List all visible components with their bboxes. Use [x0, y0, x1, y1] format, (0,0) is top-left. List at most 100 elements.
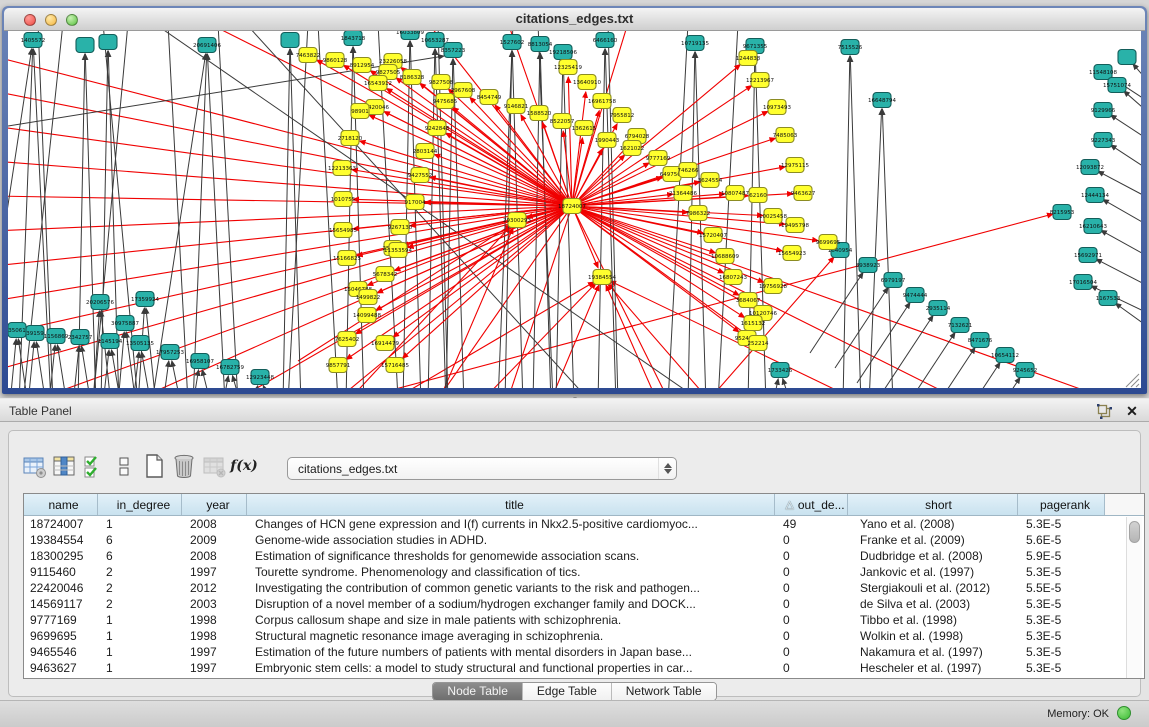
- table-cell[interactable]: 2008: [182, 516, 247, 532]
- tab-node-table[interactable]: Node Table: [433, 683, 522, 700]
- table-cell[interactable]: Estimation of the future numbers of pati…: [247, 644, 775, 660]
- table-cell[interactable]: 2009: [182, 532, 247, 548]
- table-cell[interactable]: 0: [775, 644, 848, 660]
- table-cell[interactable]: 2: [98, 564, 182, 580]
- table-cell[interactable]: 9777169: [24, 612, 98, 628]
- new-file-icon[interactable]: [139, 452, 169, 480]
- close-panel-icon[interactable]: ✕: [1123, 402, 1141, 420]
- table-cell[interactable]: 1997: [182, 564, 247, 580]
- table-cell[interactable]: Dudbridge et al. (2008): [848, 548, 1018, 564]
- table-cell[interactable]: 0: [775, 628, 848, 644]
- table-cell[interactable]: 9699695: [24, 628, 98, 644]
- table-row[interactable]: 1456911722003Disruption of a novel membe…: [24, 596, 1144, 612]
- table-cell[interactable]: 1998: [182, 612, 247, 628]
- table-row[interactable]: 946554611997Estimation of the future num…: [24, 644, 1144, 660]
- table-selector-dropdown[interactable]: citations_edges.txt: [287, 457, 677, 480]
- table-row[interactable]: 946362711997Embryonic stem cells: a mode…: [24, 660, 1144, 676]
- tab-edge-table[interactable]: Edge Table: [522, 683, 611, 700]
- table-cell[interactable]: 1: [98, 628, 182, 644]
- table-row[interactable]: 1872400712008Changes of HCN gene express…: [24, 516, 1144, 532]
- table-cell[interactable]: Investigating the contribution of common…: [247, 580, 775, 596]
- table-cell[interactable]: 1998: [182, 628, 247, 644]
- table-cell[interactable]: Structural magnetic resonance image aver…: [247, 628, 775, 644]
- table-cell[interactable]: Estimation of significance thresholds fo…: [247, 548, 775, 564]
- table-cell[interactable]: 49: [775, 516, 848, 532]
- table-cell[interactable]: 2008: [182, 548, 247, 564]
- table-cell[interactable]: 0: [775, 532, 848, 548]
- table-row[interactable]: 911546021997Tourette syndrome. Phenomeno…: [24, 564, 1144, 580]
- table-cell[interactable]: 18300295: [24, 548, 98, 564]
- float-panel-icon[interactable]: [1095, 402, 1113, 420]
- table-cell[interactable]: 0: [775, 564, 848, 580]
- tab-network-table[interactable]: Network Table: [611, 683, 716, 700]
- table-cell[interactable]: Changes of HCN gene expression and I(f) …: [247, 516, 775, 532]
- column-header-short[interactable]: short: [848, 494, 1018, 515]
- network-node[interactable]: [281, 33, 299, 48]
- table-cell[interactable]: 5.3E-5: [1018, 564, 1105, 580]
- table-cell[interactable]: Tibbo et al. (1998): [848, 612, 1018, 628]
- column-header-out-de-[interactable]: △out_de...: [775, 494, 848, 515]
- table-cell[interactable]: 1: [98, 644, 182, 660]
- table-cell[interactable]: 5.3E-5: [1018, 660, 1105, 676]
- network-window-titlebar[interactable]: citations_edges.txt: [4, 8, 1145, 31]
- table-cell[interactable]: de Silva et al. (2003): [848, 596, 1018, 612]
- table-row[interactable]: 969969511998Structural magnetic resonanc…: [24, 628, 1144, 644]
- table-cell[interactable]: Nakamura et al. (1997): [848, 644, 1018, 660]
- table-cell[interactable]: 1997: [182, 644, 247, 660]
- show-column-icon[interactable]: [49, 452, 79, 480]
- column-header-pagerank[interactable]: pagerank: [1018, 494, 1105, 515]
- table-cell[interactable]: Tourette syndrome. Phenomenology and cla…: [247, 564, 775, 580]
- table-cell[interactable]: 1: [98, 516, 182, 532]
- table-settings-icon[interactable]: [19, 452, 49, 480]
- table-cell[interactable]: 9463627: [24, 660, 98, 676]
- table-cell[interactable]: 9465546: [24, 644, 98, 660]
- table-cell[interactable]: 2: [98, 596, 182, 612]
- resize-grip[interactable]: [1126, 374, 1139, 387]
- table-cell[interactable]: 5.5E-5: [1018, 580, 1105, 596]
- table-cell[interactable]: Jankovic et al. (1997): [848, 564, 1018, 580]
- table-cell[interactable]: Genome-wide association studies in ADHD.: [247, 532, 775, 548]
- table-row[interactable]: 2242004622012Investigating the contribut…: [24, 580, 1144, 596]
- table-cell[interactable]: 14569117: [24, 596, 98, 612]
- select-rows-icon[interactable]: [79, 452, 109, 480]
- table-cell[interactable]: 5.3E-5: [1018, 612, 1105, 628]
- network-canvas[interactable]: 1872400714055722069140618437181603380910…: [8, 31, 1141, 388]
- table-cell[interactable]: 0: [775, 580, 848, 596]
- table-cell[interactable]: 0: [775, 660, 848, 676]
- column-header-in-degree[interactable]: in_degree: [98, 494, 182, 515]
- table-cell[interactable]: 1: [98, 660, 182, 676]
- row-height-icon[interactable]: [109, 452, 139, 480]
- network-node[interactable]: [1118, 50, 1136, 65]
- table-cell[interactable]: 19384554: [24, 532, 98, 548]
- table-row[interactable]: 977716911998Corpus callosum shape and si…: [24, 612, 1144, 628]
- table-cell[interactable]: 0: [775, 612, 848, 628]
- table-cell[interactable]: Wolkin et al. (1998): [848, 628, 1018, 644]
- table-cell[interactable]: 0: [775, 596, 848, 612]
- table-cell[interactable]: 5.3E-5: [1018, 596, 1105, 612]
- table-cell[interactable]: Embryonic stem cells: a model to study s…: [247, 660, 775, 676]
- network-node[interactable]: [76, 38, 94, 53]
- table-cell[interactable]: Franke et al. (2009): [848, 532, 1018, 548]
- table-cell[interactable]: 5.3E-5: [1018, 628, 1105, 644]
- table-cell[interactable]: Hescheler et al. (1997): [848, 660, 1018, 676]
- table-cell[interactable]: 5.6E-5: [1018, 532, 1105, 548]
- table-cell[interactable]: 5.3E-5: [1018, 644, 1105, 660]
- table-cell[interactable]: 2: [98, 580, 182, 596]
- table-cell[interactable]: 2003: [182, 596, 247, 612]
- column-header-name[interactable]: name: [24, 494, 98, 515]
- table-cell[interactable]: 0: [775, 548, 848, 564]
- table-cell[interactable]: 18724007: [24, 516, 98, 532]
- delete-table-icon[interactable]: [199, 452, 229, 480]
- delete-column-icon[interactable]: [169, 452, 199, 480]
- table-cell[interactable]: 6: [98, 532, 182, 548]
- column-header-year[interactable]: year: [182, 494, 247, 515]
- table-cell[interactable]: 2012: [182, 580, 247, 596]
- function-builder-icon[interactable]: f(x): [229, 452, 259, 480]
- table-cell[interactable]: 6: [98, 548, 182, 564]
- table-cell[interactable]: 5.3E-5: [1018, 516, 1105, 532]
- table-scrollbar-thumb[interactable]: [1129, 521, 1140, 543]
- table-cell[interactable]: 1: [98, 612, 182, 628]
- table-row[interactable]: 1938455462009Genome-wide association stu…: [24, 532, 1144, 548]
- table-cell[interactable]: Stergiakouli et al. (2012): [848, 580, 1018, 596]
- table-cell[interactable]: Corpus callosum shape and size in male p…: [247, 612, 775, 628]
